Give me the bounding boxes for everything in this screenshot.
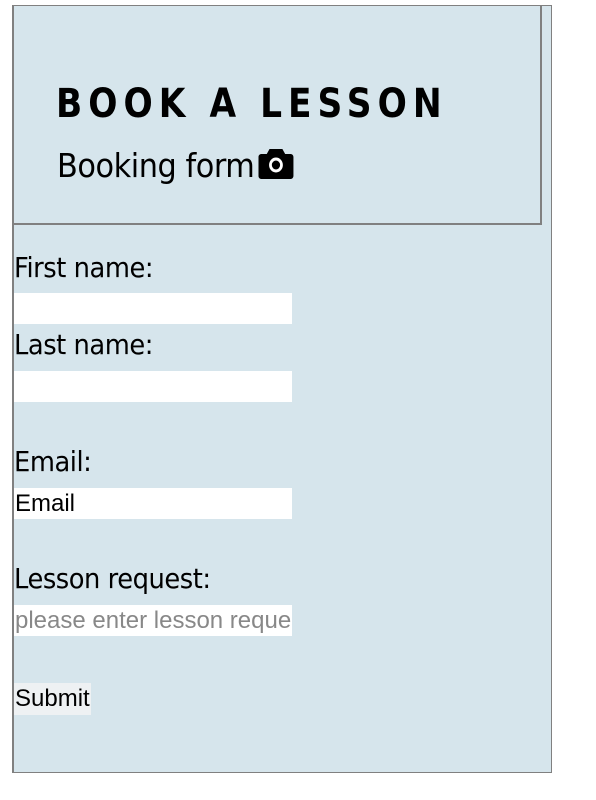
page-title: BOOK A LESSON (56, 81, 448, 127)
subtitle-text: Booking form (57, 146, 255, 185)
lesson-request-label: Lesson request: (14, 562, 211, 595)
booking-page: BOOK A LESSON Booking form First name: L… (12, 5, 552, 773)
camera-icon (258, 147, 294, 188)
last-name-label: Last name: (14, 328, 153, 361)
first-name-label: First name: (14, 251, 154, 284)
lesson-request-field[interactable] (14, 605, 292, 636)
page-header: BOOK A LESSON Booking form (14, 6, 542, 225)
submit-button[interactable]: Submit (14, 683, 91, 715)
email-label: Email: (14, 445, 92, 478)
first-name-field[interactable] (14, 293, 292, 324)
last-name-field[interactable] (14, 371, 292, 402)
page-subtitle: Booking form (57, 146, 294, 188)
email-field[interactable] (14, 488, 292, 519)
